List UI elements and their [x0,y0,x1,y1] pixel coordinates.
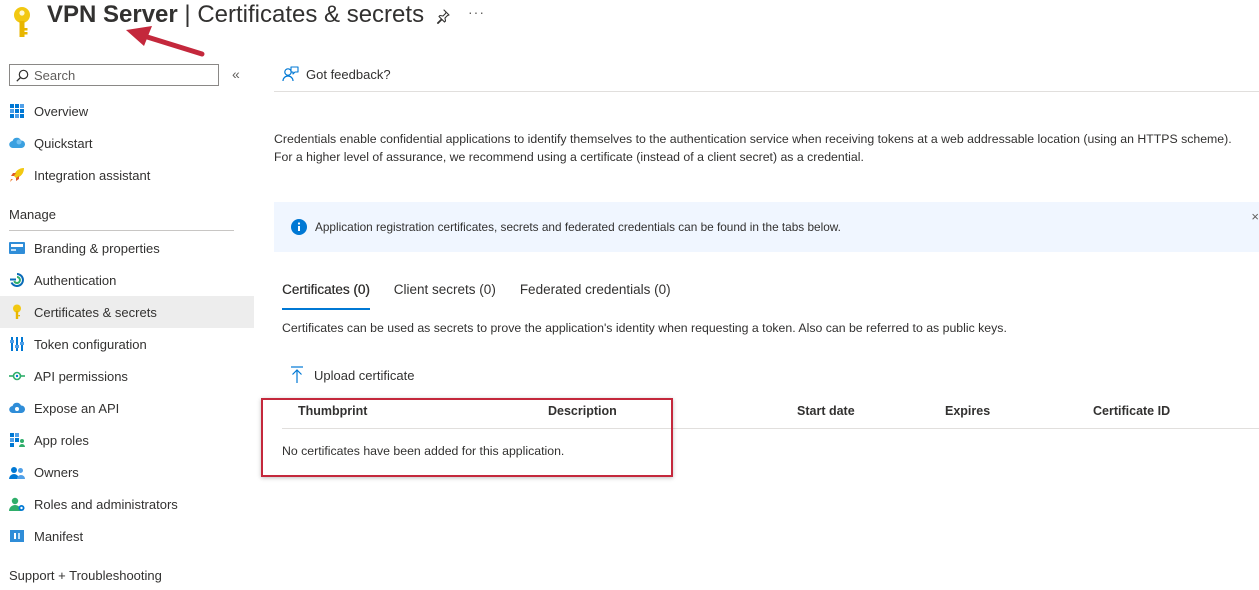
tab-certificates[interactable]: Certificates (0) [282,282,370,310]
sidebar-item-app-roles[interactable]: App roles [0,424,254,456]
sidebar-item-api-permissions[interactable]: API permissions [0,360,254,392]
section-heading-manage: Manage [9,207,56,222]
rocket-icon [9,167,25,183]
column-header-start-date[interactable]: Start date [797,404,855,418]
toolbar-divider [274,91,1259,92]
manifest-icon [9,528,25,544]
section-divider [9,230,234,231]
sidebar-item-expose-api[interactable]: Expose an API [0,392,254,424]
sidebar-item-quickstart[interactable]: Quickstart [0,127,254,159]
sidebar-item-label: Token configuration [34,336,147,352]
sidebar-item-label: Authentication [34,272,117,288]
branding-icon [9,240,25,256]
tab-federated-credentials[interactable]: Federated credentials (0) [520,282,671,310]
sidebar-item-label: Quickstart [34,135,93,151]
info-banner-text: Application registration certificates, s… [315,220,841,234]
overview-grid-icon [9,103,25,119]
sidebar-item-owners[interactable]: Owners [0,456,254,488]
info-banner: Application registration certificates, s… [274,202,1259,252]
page-title: VPN Server | Certificates & secrets [47,1,424,29]
app-roles-icon [9,432,25,448]
credential-tabs: Certificates (0) Client secrets (0) Fede… [282,282,695,310]
roles-admin-icon [9,496,25,512]
section-heading-support: Support + Troubleshooting [9,568,162,583]
cloud-icon [9,135,25,151]
sidebar-item-label: Certificates & secrets [34,304,157,320]
upload-icon [291,366,303,383]
column-header-certificate-id[interactable]: Certificate ID [1093,404,1170,418]
sidebar-item-label: Owners [34,464,79,480]
authentication-icon [9,272,25,288]
blade-header: VPN Server | Certificates & secrets ··· [0,0,1259,57]
key-icon [9,304,25,320]
upload-certificate-label: Upload certificate [314,367,415,383]
sidebar-item-label: Expose an API [34,400,120,416]
tab-client-secrets[interactable]: Client secrets (0) [394,282,496,310]
feedback-button[interactable]: Got feedback? [282,66,391,83]
collapse-sidebar-icon[interactable]: « [232,66,240,82]
annotation-arrow [126,26,205,57]
column-header-description[interactable]: Description [548,404,617,418]
sidebar-item-token-configuration[interactable]: Token configuration [0,328,254,360]
certificates-table-header: Thumbprint Description Start date Expire… [282,399,1259,429]
feedback-label: Got feedback? [306,67,391,82]
credentials-description: Credentials enable confidential applicat… [274,132,1232,164]
cloud-api-icon [9,400,25,416]
sidebar-item-roles-administrators[interactable]: Roles and administrators [0,488,254,520]
column-header-thumbprint[interactable]: Thumbprint [298,404,367,418]
close-icon[interactable]: × [1251,209,1259,224]
info-icon [291,219,307,235]
sidebar-item-label: Roles and administrators [34,496,178,512]
sidebar: « Overview Quickstart Integration assist… [0,60,254,590]
sidebar-item-branding[interactable]: Branding & properties [0,232,254,264]
sidebar-item-label: Integration assistant [34,167,151,183]
sidebar-item-certificates-secrets[interactable]: Certificates & secrets [0,296,254,328]
sidebar-item-label: App roles [34,432,89,448]
sidebar-item-label: API permissions [34,368,128,384]
api-permissions-icon [9,368,25,384]
sidebar-item-label: Overview [34,103,89,119]
search-input[interactable] [34,67,214,83]
sidebar-item-label: Branding & properties [34,240,160,256]
sidebar-item-overview[interactable]: Overview [0,95,254,127]
column-header-expires[interactable]: Expires [945,404,990,418]
blade-title: Certificates & secrets [197,1,425,28]
certificates-description: Certificates can be used as secrets to p… [282,321,1007,335]
sidebar-item-integration-assistant[interactable]: Integration assistant [0,159,254,191]
sidebar-item-authentication[interactable]: Authentication [0,264,254,296]
sidebar-item-manifest[interactable]: Manifest [0,520,254,552]
feedback-icon [282,66,299,82]
key-icon [14,7,30,37]
upload-certificate-button[interactable]: Upload certificate [290,366,414,384]
search-icon [16,69,29,82]
empty-table-message: No certificates have been added for this… [282,444,565,458]
owners-icon [9,464,25,480]
main-content: Got feedback? Credentials enable confide… [261,60,1259,590]
sidebar-search[interactable] [9,64,219,86]
token-bars-icon [9,336,25,352]
sidebar-item-label: Manifest [34,528,84,544]
more-options-icon[interactable]: ··· [468,4,485,20]
pin-icon[interactable] [435,8,451,24]
